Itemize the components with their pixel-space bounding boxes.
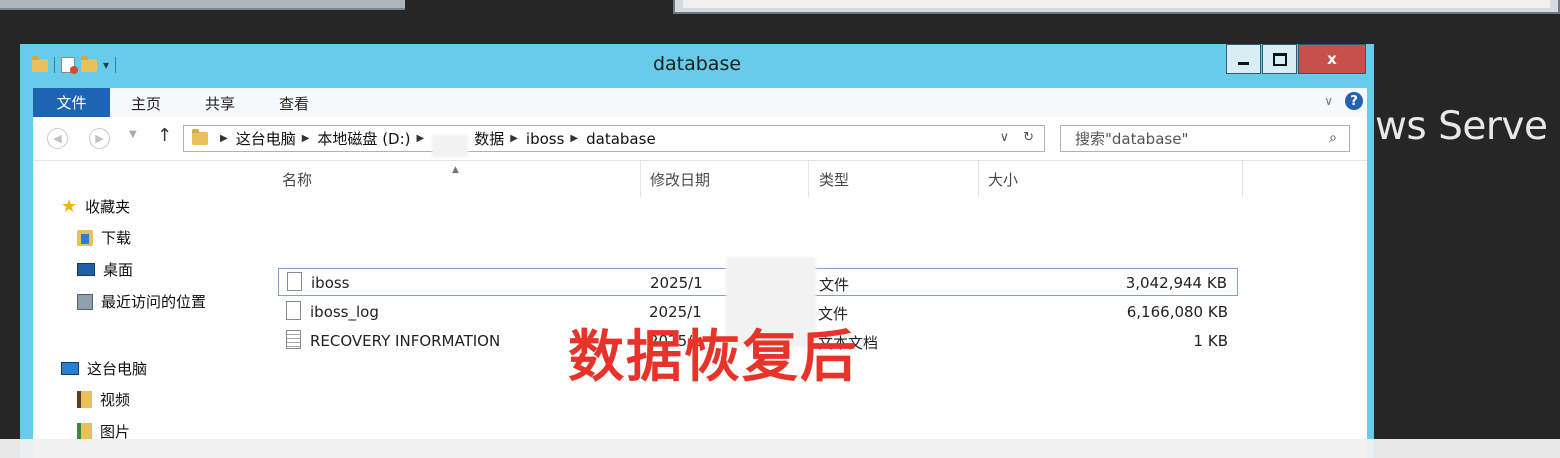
column-divider[interactable]: [1242, 161, 1243, 197]
file-size: 6,166,080 KB: [1126, 303, 1228, 321]
tab-home[interactable]: 主页: [131, 93, 161, 114]
explorer-window[interactable]: ▾ database x 文件 主页 共享 查看 ∨ ? ◀ ▶ ▼ ↑ ▶ 这…: [20, 44, 1374, 458]
file-name: iboss: [311, 274, 350, 292]
pictures-icon: [77, 423, 92, 440]
sidebar-item-label: 桌面: [103, 261, 134, 279]
back-button[interactable]: ◀: [47, 128, 68, 149]
column-header-modified[interactable]: 修改日期: [650, 161, 710, 197]
forward-button[interactable]: ▶: [89, 128, 110, 149]
chevron-right-icon: ▶: [220, 133, 228, 144]
crumb-local-disk[interactable]: 本地磁盘 (D:): [317, 128, 410, 149]
column-divider[interactable]: [640, 161, 641, 197]
file-size: 3,042,944 KB: [1125, 274, 1227, 292]
sidebar-item-videos[interactable]: 视频: [77, 389, 130, 410]
bottom-shade: [0, 439, 1560, 458]
tab-share[interactable]: 共享: [205, 93, 235, 114]
address-tools: ∨ ↻: [1000, 130, 1034, 145]
minimize-button[interactable]: [1226, 44, 1261, 74]
sort-ascending-icon: ▲: [452, 165, 459, 175]
computer-icon: [61, 362, 79, 375]
expand-ribbon-icon[interactable]: ∨: [1324, 94, 1333, 108]
maximize-icon: [1272, 52, 1287, 66]
tab-file[interactable]: 文件: [33, 88, 110, 117]
downloads-icon: [77, 229, 93, 246]
file-type: 文件: [819, 276, 850, 294]
title-bar[interactable]: ▾ database x: [20, 44, 1374, 88]
star-icon: ★: [61, 196, 78, 217]
maximize-button[interactable]: [1262, 44, 1297, 74]
chevron-right-icon: ▶: [570, 133, 579, 144]
ribbon-tabs: 文件 主页 共享 查看 ∨ ?: [33, 88, 1367, 117]
recent-places-icon: [77, 293, 93, 310]
help-icon[interactable]: ?: [1345, 92, 1363, 110]
sidebar-item-label: 下载: [101, 229, 132, 247]
up-button[interactable]: ↑: [157, 125, 172, 146]
close-icon: x: [1327, 50, 1337, 68]
desktop-icon: [77, 263, 95, 276]
file-icon: [286, 301, 301, 320]
navigation-pane: ★ 收藏夹 下载 桌面 最近访问的位置 这台电脑 视频 图片: [33, 161, 256, 458]
recent-locations-icon[interactable]: ▼: [129, 129, 137, 140]
redaction: [432, 134, 469, 157]
sidebar-item-favorites[interactable]: ★ 收藏夹: [61, 196, 130, 217]
text-document-icon: [286, 330, 301, 349]
column-header-size[interactable]: 大小: [988, 161, 1018, 197]
sidebar-item-label: 视频: [100, 391, 131, 409]
column-header-name[interactable]: 名称: [282, 161, 312, 197]
crumb-database[interactable]: database: [586, 130, 656, 148]
videos-icon: [77, 391, 92, 408]
search-placeholder: 搜索"database": [1075, 130, 1189, 148]
window-title: database: [652, 53, 742, 75]
history-dropdown-icon[interactable]: ∨: [1000, 130, 1010, 145]
column-header-type[interactable]: 类型: [819, 161, 849, 197]
close-button[interactable]: x: [1298, 44, 1366, 74]
crumb-data[interactable]: 数据: [474, 128, 504, 149]
ribbon-controls: ∨ ?: [1324, 92, 1363, 110]
background-window: [673, 0, 1560, 14]
desktop-watermark-text: ws Serve: [1375, 104, 1548, 149]
folder-icon: [192, 129, 208, 145]
sidebar-item-label: 这台电脑: [87, 360, 148, 378]
navigation-bar: ◀ ▶ ▼ ↑ ▶ 这台电脑 ▶ 本地磁盘 (D:) ▶ 数据 ▶ iboss …: [33, 117, 1367, 161]
chevron-right-icon: ▶: [301, 133, 310, 144]
file-name: RECOVERY INFORMATION: [310, 332, 501, 350]
background-window-edge: [0, 0, 405, 10]
file-name: iboss_log: [310, 303, 379, 321]
sidebar-item-desktop[interactable]: 桌面: [77, 259, 133, 280]
address-bar[interactable]: ▶ 这台电脑 ▶ 本地磁盘 (D:) ▶ 数据 ▶ iboss ▶ databa…: [183, 125, 1045, 157]
chevron-right-icon: ▶: [416, 133, 425, 144]
sidebar-item-label: 收藏夹: [85, 198, 131, 216]
sidebar-item-this-pc[interactable]: 这台电脑: [61, 358, 147, 379]
sidebar-item-downloads[interactable]: 下载: [77, 227, 131, 248]
search-input[interactable]: 搜索"database" ⌕: [1060, 125, 1350, 152]
crumb-iboss[interactable]: iboss: [526, 130, 565, 148]
file-size: 1 KB: [1193, 332, 1228, 350]
chevron-right-icon: ▶: [510, 133, 518, 144]
search-icon[interactable]: ⌕: [1329, 130, 1337, 146]
crumb-this-pc[interactable]: 这台电脑: [236, 128, 296, 149]
sidebar-item-recent-places[interactable]: 最近访问的位置: [77, 291, 206, 312]
tab-view[interactable]: 查看: [279, 93, 309, 114]
column-divider[interactable]: [978, 161, 979, 197]
sidebar-item-label: 最近访问的位置: [101, 293, 207, 311]
column-divider[interactable]: [808, 161, 809, 197]
file-icon: [287, 272, 302, 291]
file-modified: 2025/1: [650, 274, 703, 292]
minimize-icon: [1238, 61, 1249, 65]
refresh-icon[interactable]: ↻: [1023, 130, 1034, 145]
caption-overlay: 数据恢复后: [568, 324, 858, 390]
file-list: ▲ 名称 修改日期 类型 大小 iboss 2025/1 文件 3,042,94…: [256, 161, 1367, 458]
